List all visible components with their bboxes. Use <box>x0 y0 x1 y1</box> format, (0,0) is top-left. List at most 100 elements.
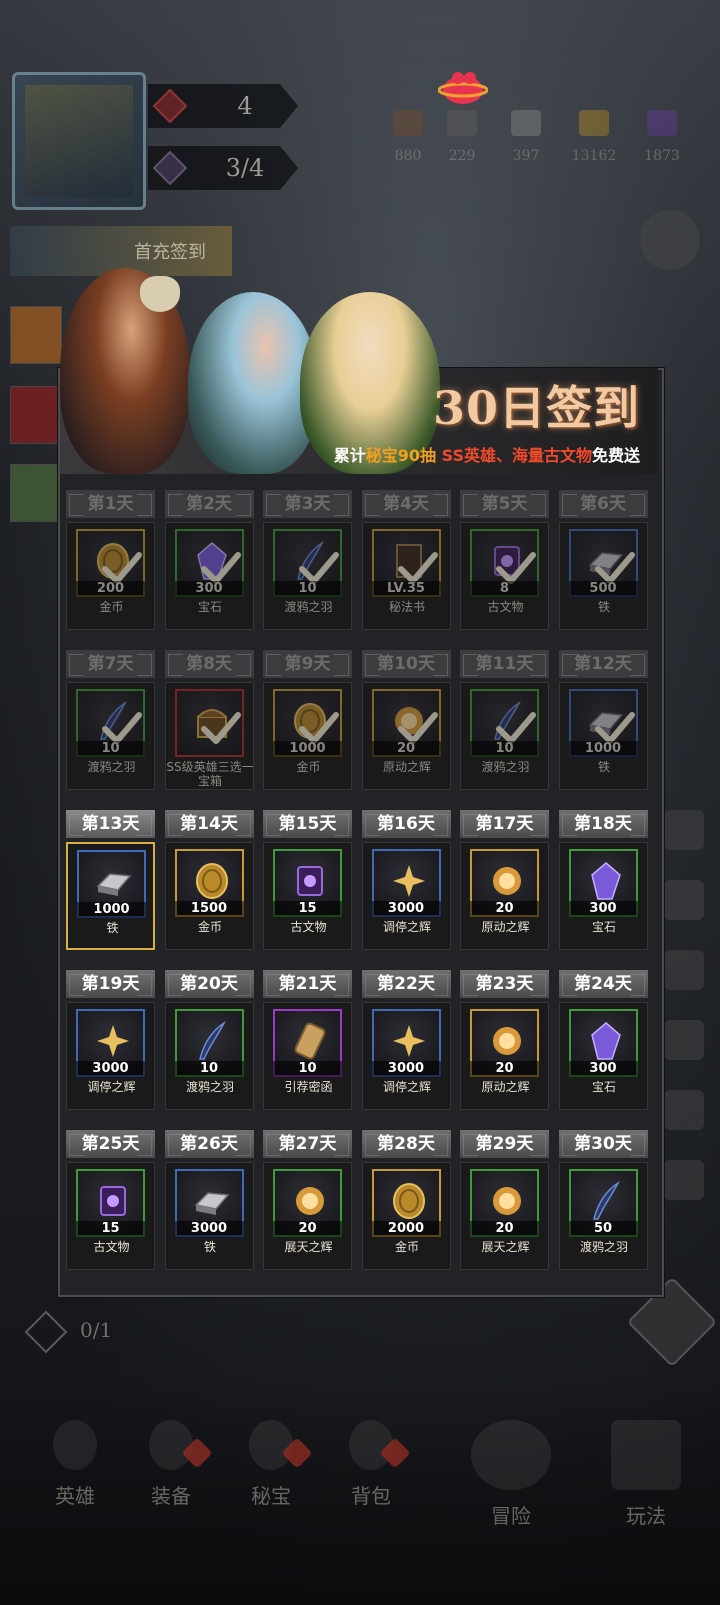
day-cell-22[interactable]: 第22天 3000 调停之辉 <box>361 970 451 1110</box>
day-cell-26[interactable]: 第26天 3000 铁 <box>164 1130 254 1270</box>
reward-name: 铁 <box>106 921 119 935</box>
reward-card: 10 渡鸦之羽 <box>164 1002 254 1110</box>
right-side-icon-2[interactable] <box>664 880 704 920</box>
reward-quantity: 3000 <box>174 1221 244 1237</box>
reward-name: 古文物 <box>290 920 327 934</box>
right-side-icon-3[interactable] <box>664 950 704 990</box>
player-avatar[interactable] <box>12 72 146 210</box>
reward-quantity: 1000 <box>273 741 342 757</box>
day-cell-16[interactable]: 第16天 3000 调停之辉 <box>361 810 451 950</box>
day-cell-4[interactable]: 第4天 LV.35 秘法书 <box>361 490 451 630</box>
crystal-icon <box>647 110 677 136</box>
day-cell-5[interactable]: 第5天 8 古文物 <box>460 490 549 630</box>
castle-icon <box>611 1420 681 1490</box>
reward-quantity: 8 <box>470 581 539 597</box>
day-cell-23[interactable]: 第23天 20 原动之辉 <box>460 970 549 1110</box>
stone-icon <box>447 110 477 136</box>
claimed-check-icon <box>200 712 241 744</box>
claimed-check-icon <box>594 712 635 744</box>
side-event-3[interactable] <box>10 464 62 522</box>
nav-adventure[interactable]: 冒险 <box>466 1420 556 1529</box>
day-cell-13[interactable]: 第13天 1000 铁 <box>66 810 155 950</box>
reward-card: 1500 金币 <box>164 842 254 950</box>
day-cell-12[interactable]: 第12天 1000 铁 <box>558 650 648 790</box>
side-event-1[interactable] <box>10 306 62 364</box>
reward-card: 3000 调停之辉 <box>361 1002 451 1110</box>
reward-quantity: 50 <box>568 1221 638 1237</box>
claimed-check-icon <box>200 552 241 584</box>
day-label: 第13天 <box>66 810 155 838</box>
day-label: 第25天 <box>66 1130 155 1158</box>
right-event-icon[interactable] <box>640 210 700 270</box>
reward-card: 20 原动之辉 <box>361 682 451 790</box>
day-cell-21[interactable]: 第21天 10 引荐密函 <box>263 970 352 1110</box>
side-event-2[interactable] <box>10 386 62 444</box>
day-cell-20[interactable]: 第20天 10 渡鸦之羽 <box>164 970 254 1110</box>
reward-quantity: 200 <box>76 581 145 597</box>
day-cell-25[interactable]: 第25天 15 古文物 <box>66 1130 155 1270</box>
right-side-icon-4[interactable] <box>664 1020 704 1060</box>
day-label: 第22天 <box>361 970 451 998</box>
day-label: 第24天 <box>558 970 648 998</box>
reward-name: SS级英雄三选一宝箱 <box>166 760 254 788</box>
day-cell-2[interactable]: 第2天 300 宝石 <box>164 490 254 630</box>
day-label: 第30天 <box>558 1130 648 1158</box>
level-value: 4 <box>237 92 253 120</box>
day-label: 第10天 <box>361 650 451 678</box>
resource-stone: 229 <box>434 110 490 164</box>
day-cell-18[interactable]: 第18天 300 宝石 <box>558 810 648 950</box>
gold-icon <box>579 110 609 136</box>
day-cell-15[interactable]: 第15天 15 古文物 <box>263 810 352 950</box>
reward-name: 渡鸦之羽 <box>87 760 136 774</box>
day-cell-28[interactable]: 第28天 2000 金币 <box>361 1130 451 1270</box>
iron-icon <box>511 110 541 136</box>
reward-name: 铁 <box>597 600 610 614</box>
day-cell-10[interactable]: 第10天 20 原动之辉 <box>361 650 451 790</box>
nav-gameplay[interactable]: 玩法 <box>606 1420 686 1529</box>
claimed-check-icon <box>496 552 536 584</box>
day-cell-27[interactable]: 第27天 20 展天之辉 <box>263 1130 352 1270</box>
reward-item-frame <box>174 689 244 757</box>
reward-name: 调停之辉 <box>382 1080 431 1094</box>
day-cell-29[interactable]: 第29天 20 展天之辉 <box>460 1130 549 1270</box>
resource-iron: 397 <box>498 110 554 164</box>
day-cell-6[interactable]: 第6天 500 铁 <box>558 490 648 630</box>
reward-card: 10 渡鸦之羽 <box>263 522 352 630</box>
right-side-icon-1[interactable] <box>664 810 704 850</box>
day-label: 第17天 <box>460 810 549 838</box>
day-cell-1[interactable]: 第1天 200 金币 <box>66 490 155 630</box>
quest-counter[interactable]: 0/1 <box>24 1310 124 1354</box>
day-label: 第28天 <box>361 1130 451 1158</box>
right-side-icon-5[interactable] <box>664 1090 704 1130</box>
day-cell-9[interactable]: 第9天 1000 金币 <box>263 650 352 790</box>
day-label: 第15天 <box>263 810 352 838</box>
reward-card: 3000 调停之辉 <box>361 842 451 950</box>
reward-name: 铁 <box>597 760 610 774</box>
day-cell-14[interactable]: 第14天 1500 金币 <box>164 810 254 950</box>
checkin-banner: 30日签到 累计秘宝90抽 SS英雄、海量古文物免费送 <box>60 262 658 474</box>
reward-card: 15 古文物 <box>66 1162 155 1270</box>
reward-card: 20 原动之辉 <box>460 1002 549 1110</box>
reward-quantity: 15 <box>76 1221 145 1237</box>
day-cell-3[interactable]: 第3天 10 渡鸦之羽 <box>263 490 352 630</box>
resource-bar: 880 229 397 13162 1873 <box>380 110 710 180</box>
day-cell-24[interactable]: 第24天 300 宝石 <box>558 970 648 1110</box>
day-label: 第19天 <box>66 970 155 998</box>
reward-name: 古文物 <box>93 1240 130 1254</box>
reward-quantity: 10 <box>174 1061 244 1077</box>
reward-name: 引荐密函 <box>284 1080 333 1094</box>
day-cell-19[interactable]: 第19天 3000 调停之辉 <box>66 970 155 1110</box>
right-side-icon-6[interactable] <box>664 1160 704 1200</box>
nav-hero[interactable]: 英雄 <box>40 1420 110 1509</box>
rank-emblem-icon <box>148 84 192 128</box>
app-logo-icon[interactable] <box>437 66 489 110</box>
day-cell-8[interactable]: 第8天 SS级英雄三选一宝箱 <box>164 650 254 790</box>
day-cell-7[interactable]: 第7天 10 渡鸦之羽 <box>66 650 155 790</box>
day-cell-17[interactable]: 第17天 20 原动之辉 <box>460 810 549 950</box>
day-label: 第27天 <box>263 1130 352 1158</box>
claimed-check-icon <box>299 712 339 744</box>
reward-name: 宝石 <box>591 1080 616 1094</box>
day-cell-11[interactable]: 第11天 10 渡鸦之羽 <box>460 650 549 790</box>
reward-name: 渡鸦之羽 <box>284 600 333 614</box>
day-cell-30[interactable]: 第30天 50 渡鸦之羽 <box>558 1130 648 1270</box>
